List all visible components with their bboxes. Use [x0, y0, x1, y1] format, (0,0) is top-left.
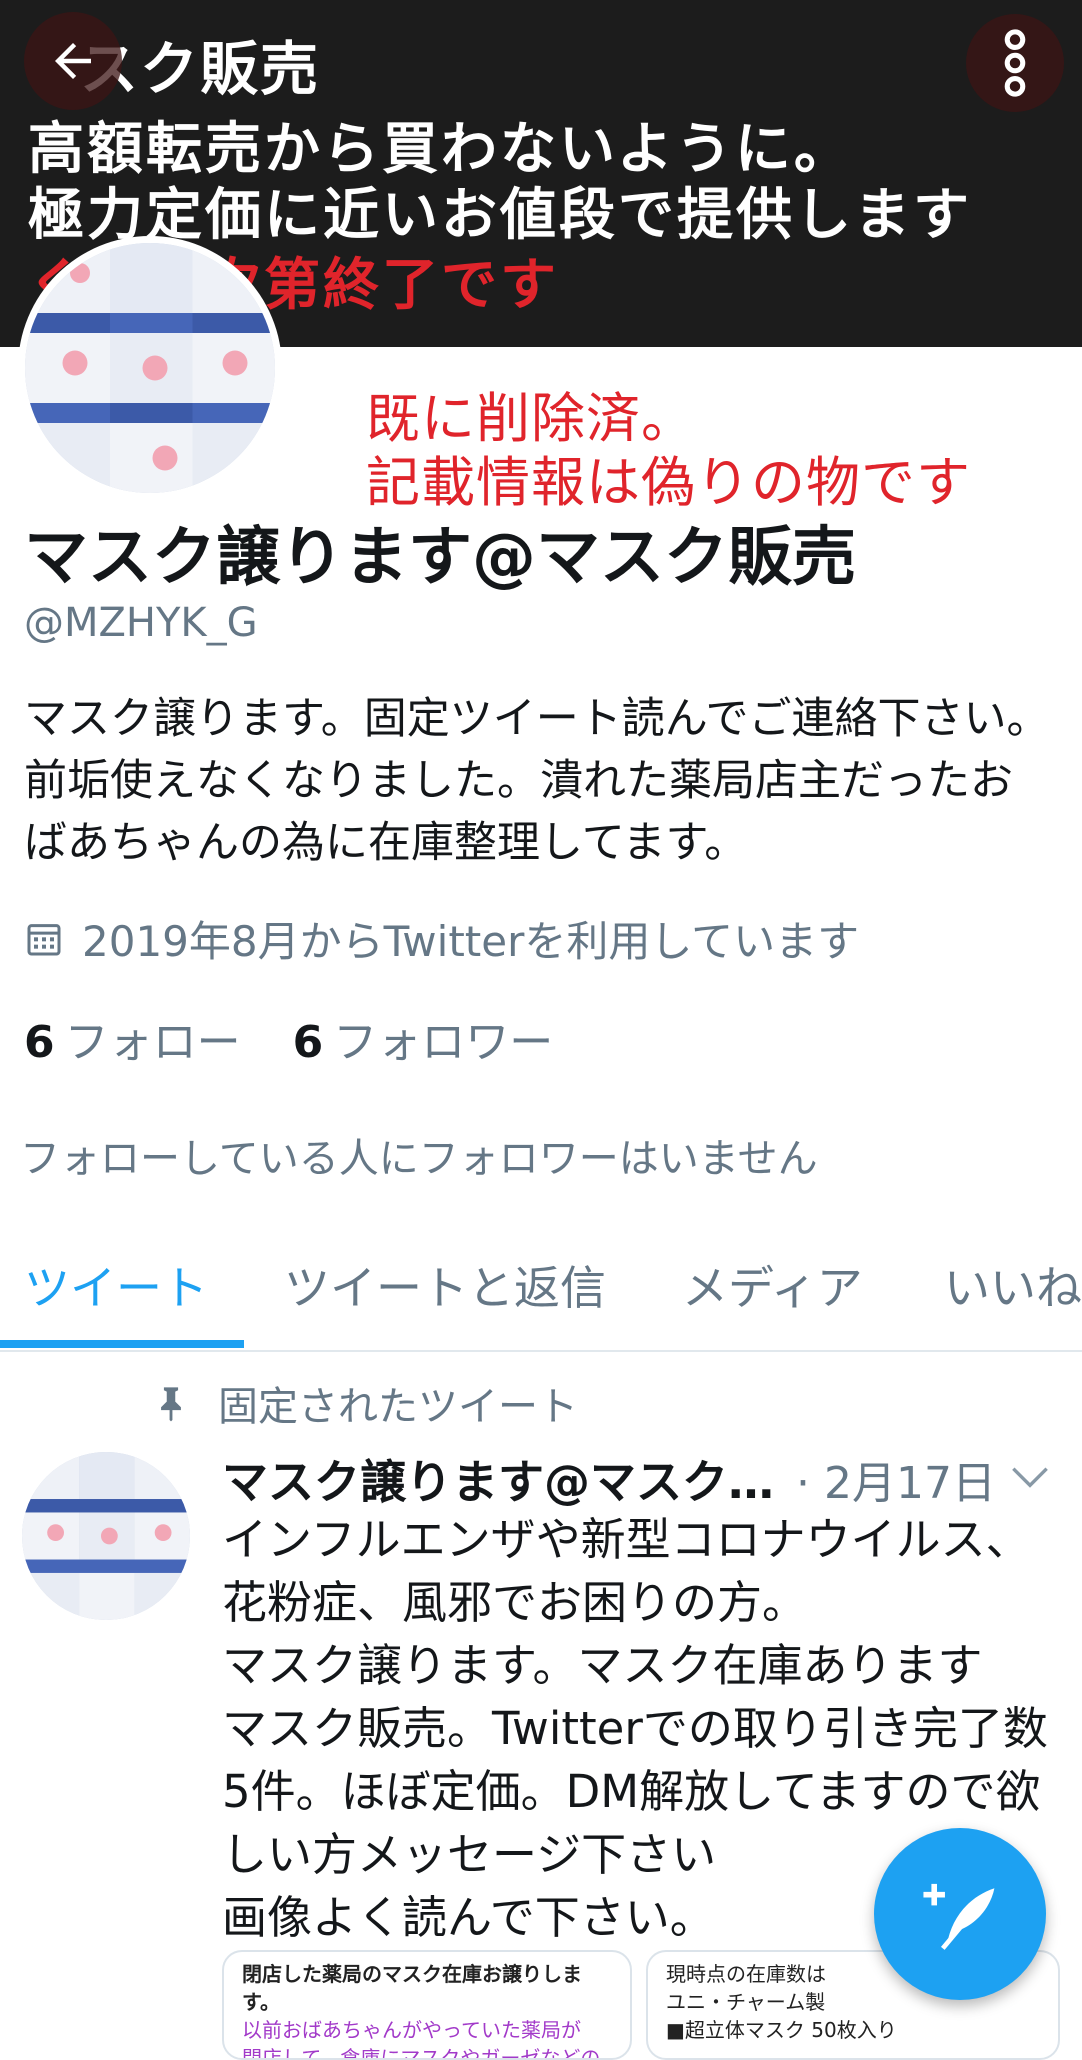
- profile-avatar[interactable]: [18, 236, 282, 500]
- image1-text-line3: 閉店して、倉庫にマスクやガーゼなどの: [242, 2046, 601, 2060]
- follow-stats: 6 フォロー 6 フォロワー: [24, 1006, 553, 1070]
- tab-tweets[interactable]: ツイート: [24, 1252, 208, 1318]
- profile-display-name: マスク譲ります@マスク販売: [24, 521, 856, 595]
- more-options-button[interactable]: [966, 14, 1064, 112]
- tweet-image-1[interactable]: 閉店した薬局のマスク在庫お譲りします。 以前おばあちゃんがやっていた薬局が 閉店…: [222, 1950, 632, 2060]
- following-link[interactable]: 6 フォロー: [24, 1006, 241, 1070]
- pinned-label: 固定されたツイート: [218, 1384, 578, 1430]
- image1-text-line1: 閉店した薬局のマスク在庫お譲りします。: [242, 1962, 582, 2014]
- image1-text-line2: 以前おばあちゃんがやっていた薬局が: [242, 2018, 581, 2042]
- tab-media[interactable]: メディア: [682, 1252, 863, 1318]
- followers-link[interactable]: 6 フォロワー: [293, 1006, 554, 1070]
- followers-label: フォロワー: [333, 1017, 554, 1068]
- mask-boxes-image: [25, 243, 275, 493]
- profile-handle: @MZHYK_G: [24, 600, 258, 646]
- compose-tweet-button[interactable]: [874, 1828, 1046, 2000]
- compose-feather-icon: [923, 1883, 995, 1950]
- pin-icon: [161, 1387, 181, 1422]
- tweet-author-name[interactable]: マスク譲ります@マスク…: [222, 1446, 774, 1512]
- mutual-followers-note: フォローしている人にフォロワーはいません: [20, 1136, 818, 1182]
- arrow-left-icon: [55, 43, 91, 79]
- back-button[interactable]: [24, 12, 122, 110]
- more-vertical-icon: [1004, 29, 1026, 97]
- following-label: フォロー: [64, 1017, 241, 1068]
- joined-date-text: 2019年8月からTwitterを利用しています: [82, 917, 860, 966]
- tweet-date[interactable]: · 2月17日: [796, 1447, 996, 1511]
- tab-likes[interactable]: いいね: [944, 1252, 1082, 1318]
- image2-text-line3: ■超立体マスク 50枚入り: [666, 2018, 897, 2042]
- active-tab-indicator: [0, 1340, 244, 1348]
- tweet-menu-button[interactable]: [1010, 1464, 1050, 1494]
- profile-tabs: ツイート ツイートと返信 メディア いいね: [0, 1230, 1082, 1352]
- tweet-author-avatar[interactable]: [22, 1452, 190, 1620]
- tab-tweets-and-replies[interactable]: ツイートと返信: [284, 1252, 606, 1318]
- calendar-icon: [27, 923, 61, 955]
- joined-date: 2019年8月からTwitterを利用しています: [24, 908, 859, 969]
- chevron-down-icon: [1012, 1467, 1048, 1488]
- pinned-indicator: 固定されたツイート: [154, 1374, 578, 1432]
- mask-boxes-image: [22, 1452, 190, 1620]
- followers-count: 6: [292, 1017, 324, 1068]
- following-count: 6: [24, 1017, 55, 1068]
- profile-bio: マスク譲ります。固定ツイート読んでご連絡下さい。前垢使えなくなりました。潰れた薬…: [24, 694, 1050, 868]
- tweet-header: マスク譲ります@マスク… · 2月17日: [222, 1446, 1062, 1512]
